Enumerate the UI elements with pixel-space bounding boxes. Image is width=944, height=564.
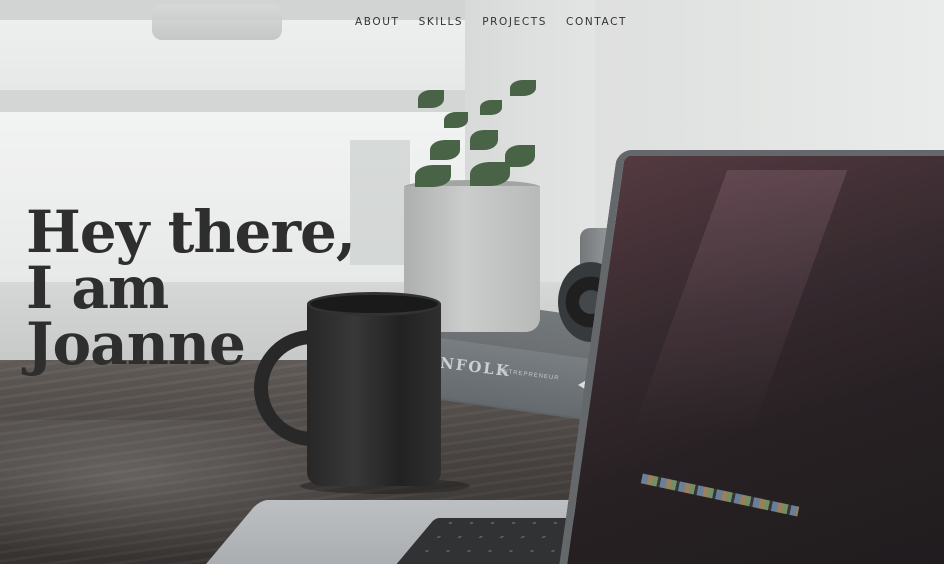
nav-projects[interactable]: PROJECTS (482, 16, 547, 28)
hero-headline: Hey there, I am Joanne (26, 198, 356, 378)
nav-contact[interactable]: CONTACT (566, 16, 627, 28)
main-nav: ABOUT SKILLS PROJECTS CONTACT (355, 16, 627, 28)
headline-line-1: Hey there, (26, 198, 356, 266)
headline-line-2: I am (26, 254, 169, 322)
hero-section: NFOLK ENTREPRENEUR ABOUT SKILLS PROJECTS… (0, 0, 944, 564)
nav-skills[interactable]: SKILLS (419, 16, 464, 28)
headline-line-3: Joanne (26, 310, 246, 378)
nav-about[interactable]: ABOUT (355, 16, 400, 28)
